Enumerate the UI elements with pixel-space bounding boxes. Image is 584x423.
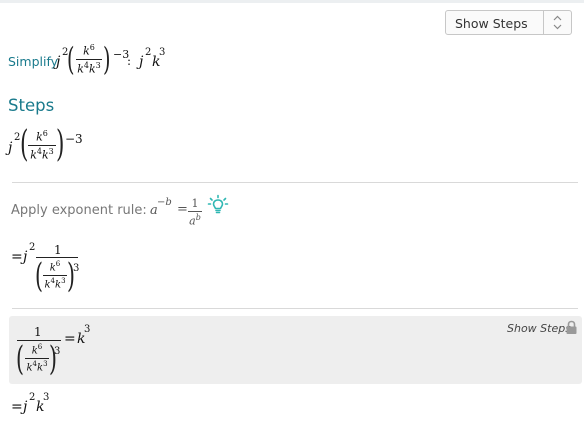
rule-label: Apply exponent rule: — [11, 203, 147, 218]
step2-num-exp: 6 — [55, 260, 61, 268]
rule-num: 1 — [191, 197, 199, 210]
step1-outer-exp: −3 — [65, 132, 83, 146]
lock-icon — [565, 320, 578, 335]
problem-den-b: k — [89, 62, 96, 76]
problem-base: j — [56, 54, 61, 70]
problem-result-j: j — [139, 54, 144, 70]
problem-den-a: k — [77, 62, 84, 76]
problem-result-j-exp: 2 — [145, 47, 152, 58]
step1-den-b-exp: 3 — [48, 146, 54, 156]
substep-one: 1 — [34, 325, 42, 339]
divider — [12, 308, 578, 309]
problem-num-exp: 6 — [89, 43, 95, 52]
step2-one: 1 — [54, 243, 62, 257]
divider — [12, 182, 578, 183]
substep-block[interactable] — [9, 316, 582, 384]
final-eq: = — [11, 399, 23, 415]
step2-base-exp: 2 — [29, 242, 36, 253]
step1-base: j — [8, 140, 13, 156]
rule-lhs-exp: −b — [157, 197, 172, 208]
step2-base: j — [23, 249, 28, 265]
fraction-bar — [28, 144, 56, 146]
top-border — [0, 0, 584, 3]
step1-num: k — [36, 130, 43, 144]
fraction-bar — [25, 358, 49, 360]
problem-den-b-exp: 3 — [95, 60, 101, 70]
final-k-exp: 3 — [43, 392, 50, 403]
step2-exp: 3 — [73, 263, 80, 274]
rule-fraction: 1 ab — [188, 198, 202, 227]
problem-fraction: k6 k4k3 — [76, 44, 102, 74]
fraction-bar — [43, 275, 67, 277]
final-j-exp: 2 — [29, 392, 36, 403]
step2-den-b-exp: 3 — [61, 277, 66, 286]
step1-close-paren: ) — [56, 124, 65, 165]
rule-den-exp: b — [195, 213, 201, 222]
step2-inner-fraction: k6 k4k3 — [43, 261, 67, 291]
step2-open-paren: ( — [35, 256, 43, 296]
fraction-bar — [76, 58, 102, 60]
substep-open-paren: ( — [16, 339, 24, 379]
substep-inner-fraction: k6 k4k3 — [25, 344, 49, 374]
problem-close-paren: ) — [103, 40, 111, 78]
show-steps-select-label: Show Steps — [455, 16, 528, 31]
step1-den-a: k — [30, 148, 37, 162]
simplify-label: Simplify — [8, 54, 59, 69]
step1-num-exp: 6 — [42, 129, 48, 138]
problem-colon: : — [127, 54, 132, 68]
fraction-bar — [188, 211, 202, 212]
substep-show-steps-link[interactable]: Show Steps — [507, 322, 571, 335]
step2-close-paren: ) — [67, 256, 75, 296]
substep-num-exp: 6 — [37, 343, 43, 351]
problem-open-paren: ( — [67, 40, 75, 78]
problem-result-k-exp: 3 — [159, 47, 166, 58]
show-steps-select[interactable]: Show Steps — [445, 10, 572, 35]
step1-fraction: k6 k4k3 — [28, 130, 56, 160]
step2-eq: = — [11, 249, 23, 265]
steps-title: Steps — [8, 96, 55, 115]
substep-close-paren: ) — [49, 339, 57, 379]
rule-eq: = — [177, 202, 188, 217]
step1-den-b: k — [42, 148, 49, 162]
substep-den-b-exp: 3 — [43, 360, 48, 369]
lightbulb-icon[interactable] — [207, 194, 229, 216]
substep-result-exp: 3 — [84, 324, 91, 335]
updown-chevron-icon — [544, 11, 571, 34]
final-j: j — [23, 399, 28, 415]
substep-exp: 3 — [54, 346, 61, 357]
problem-num: k — [83, 44, 90, 58]
substep-eq: = — [64, 331, 76, 347]
